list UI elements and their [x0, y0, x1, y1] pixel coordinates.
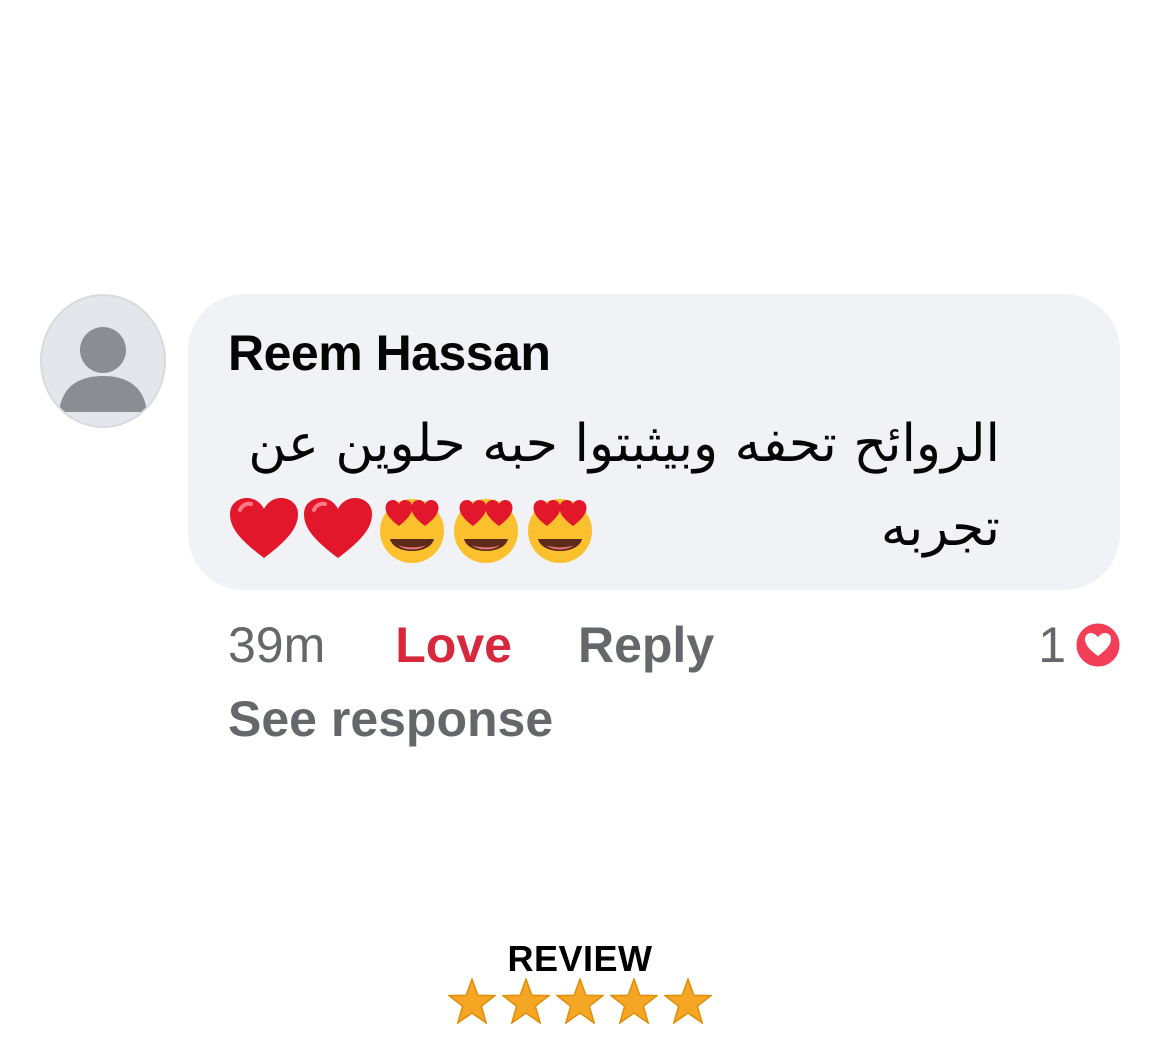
star-icon	[448, 978, 496, 1024]
red-heart-emoji	[304, 498, 372, 558]
heart-eyes-emoji	[454, 499, 518, 563]
star-icon	[610, 978, 658, 1024]
see-response-link[interactable]: See response	[228, 690, 553, 748]
star-rating	[0, 978, 1160, 1024]
reaction-summary[interactable]: 1	[1038, 612, 1124, 678]
comment-bubble: Reem Hassan الروائح تحفه وبيثبتوا حبه حل…	[188, 294, 1120, 590]
star-icon	[664, 978, 712, 1024]
comment-actions: 39m Love Reply	[228, 612, 714, 678]
review-label: REVIEW	[507, 938, 653, 979]
star-icon	[502, 978, 550, 1024]
love-reaction-icon	[1073, 620, 1123, 670]
comment-timestamp[interactable]: 39m	[228, 616, 325, 674]
comment-author[interactable]: Reem Hassan	[228, 324, 551, 382]
love-button[interactable]: Love	[395, 616, 512, 674]
emoji-row	[228, 492, 596, 566]
star-icon	[556, 978, 604, 1024]
heart-eyes-emoji	[528, 499, 592, 563]
heart-eyes-emoji	[380, 499, 444, 563]
reaction-count: 1	[1038, 617, 1066, 673]
avatar[interactable]	[40, 294, 166, 428]
red-heart-emoji	[230, 498, 298, 558]
default-profile-avatar-icon	[59, 327, 147, 412]
reply-button[interactable]: Reply	[578, 616, 714, 674]
